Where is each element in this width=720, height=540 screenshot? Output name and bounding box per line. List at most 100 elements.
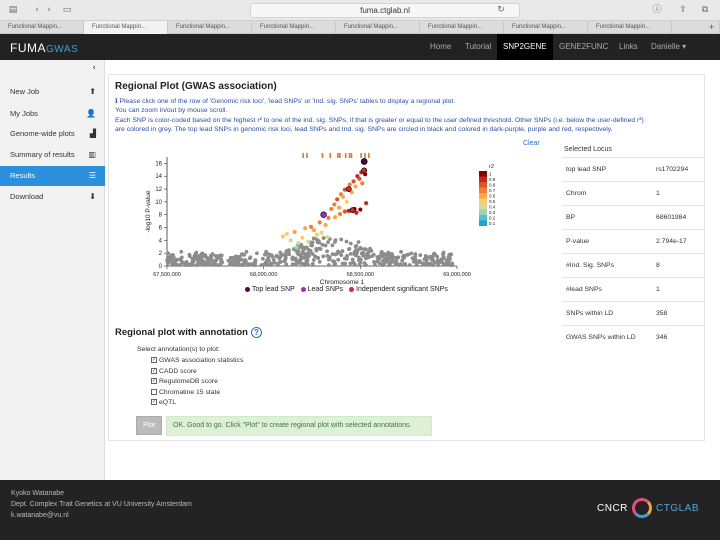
- snp-point: [290, 262, 295, 267]
- sidebar-toggle-icon[interactable]: ▤: [6, 4, 20, 17]
- annotation-option[interactable]: ✓ CADD score: [151, 368, 197, 375]
- r2-legend-label: 0.5: [489, 199, 496, 204]
- snp-point: [350, 257, 355, 262]
- nav-link-links[interactable]: Links: [613, 34, 644, 60]
- nav-link-gene2func[interactable]: GENE2FUNC: [553, 34, 614, 60]
- r2-color-swatch: [479, 171, 487, 177]
- locus-key: #lead SNPs: [562, 277, 652, 302]
- snp-point: [442, 256, 446, 261]
- browser-tab[interactable]: Functional Mappin...: [588, 21, 672, 34]
- address-bar[interactable]: fuma.ctglab.nl: [250, 3, 520, 18]
- snp-point: [340, 261, 345, 266]
- reader-icon[interactable]: ▭: [60, 4, 74, 17]
- snp-point: [200, 252, 205, 257]
- collapse-sidebar-icon[interactable]: ‹: [92, 63, 96, 73]
- browser-tab[interactable]: Functional Mappin...: [504, 21, 588, 34]
- snp-point: [340, 249, 345, 253]
- y-tick-label: 2: [159, 251, 163, 257]
- checkbox-checked-icon[interactable]: ✓: [151, 378, 157, 385]
- snp-point: [354, 243, 359, 248]
- regional-plot-svg[interactable]: 0 2 4 6 8 10 12 14 16 67,500,000 68,000,000 68,500,…: [139, 151, 544, 301]
- ld-snp-point: [323, 222, 328, 228]
- sidebar-item-genome-wide-plots[interactable]: Genome-wide plots ▟: [0, 124, 105, 144]
- snp-point: [348, 251, 353, 256]
- reload-icon[interactable]: ↻: [494, 4, 508, 17]
- user-icon: 👤: [86, 109, 96, 118]
- annotation-option[interactable]: Chromatine 15 state: [151, 389, 220, 396]
- snp-point: [316, 256, 321, 261]
- browser-tab[interactable]: Functional Mappin...: [252, 21, 336, 34]
- nav-link-tutorial[interactable]: Tutorial: [459, 34, 497, 60]
- snp-point: [371, 252, 376, 257]
- footer-email[interactable]: k.watanabe@vu.nl: [11, 512, 69, 519]
- y-axis-label: -log10 P-value: [145, 190, 152, 232]
- r2-legend-label: 0.8: [489, 183, 496, 188]
- checkbox-checked-icon[interactable]: ✓: [151, 357, 157, 364]
- snp-point: [321, 254, 326, 259]
- snp-point: [394, 259, 399, 264]
- nav-link-home[interactable]: Home: [424, 34, 457, 60]
- regional-plot-chart[interactable]: 0 2 4 6 8 10 12 14 16 67,500,000 68,000,000 68,500,…: [139, 151, 544, 301]
- tabs-overview-icon[interactable]: ⧉: [698, 4, 712, 17]
- gene-tick: [348, 153, 351, 158]
- nav-link-danielle[interactable]: Danielle ▾: [645, 34, 692, 60]
- sidebar-item-new-job[interactable]: New Job ⬆: [0, 82, 105, 102]
- snp-point: [430, 258, 435, 263]
- ld-snp-point: [292, 229, 297, 235]
- snp-point: [321, 236, 326, 240]
- snp-point: [301, 262, 306, 266]
- info-icon[interactable]: ⓘ: [650, 4, 664, 17]
- share-icon[interactable]: ⇪: [676, 4, 690, 17]
- ld-snp-point: [329, 206, 334, 212]
- browser-tab[interactable]: Functional Mappin...: [336, 21, 420, 34]
- help-icon[interactable]: ?: [251, 327, 262, 338]
- fuma-logo[interactable]: FUMAGWAS: [10, 41, 78, 55]
- ld-snp-point: [342, 209, 347, 214]
- snp-point: [323, 243, 328, 248]
- snp-point: [310, 243, 315, 248]
- checkbox-unchecked-icon[interactable]: [151, 388, 157, 395]
- checkbox-checked-icon[interactable]: ✓: [151, 399, 157, 406]
- ld-snp-point: [326, 215, 331, 221]
- snp-point: [413, 252, 418, 256]
- forward-icon[interactable]: ›: [42, 4, 56, 17]
- snp-point: [348, 241, 353, 246]
- browser-tab[interactable]: Functional Mappin...: [84, 21, 168, 34]
- sidebar-item-download[interactable]: Download ⬇: [0, 187, 105, 207]
- selected-locus-table: top lead SNP rs1702294 Chrom 1 BP 68601984 P-v…: [562, 157, 704, 350]
- locus-key: top lead SNP: [562, 157, 652, 182]
- snp-point: [265, 258, 269, 263]
- y-tick-label: 12: [155, 187, 162, 193]
- r2-legend-label: 0.3: [489, 210, 496, 215]
- sidebar-item-summary-of-results[interactable]: Summary of results ▥: [0, 145, 105, 165]
- sidebar-item-results[interactable]: Results ☰: [0, 166, 105, 186]
- download-icon: ⬇: [89, 192, 96, 201]
- snp-point: [433, 252, 438, 257]
- snp-point: [344, 239, 349, 244]
- annotation-option[interactable]: ✓ eQTL: [151, 399, 176, 406]
- r2-color-swatch: [479, 215, 487, 221]
- new-tab-icon[interactable]: +: [705, 21, 720, 34]
- results-panel: Regional Plot (GWAS association) ℹ Pleas…: [108, 74, 705, 441]
- nav-link-snp2gene[interactable]: SNP2GENE: [497, 34, 553, 60]
- y-tick-label: 6: [159, 226, 163, 232]
- locus-key: #Ind. Sig. SNPs: [562, 253, 652, 278]
- sidebar-item-my-jobs[interactable]: My Jobs 👤: [0, 104, 105, 124]
- clear-link[interactable]: Clear: [523, 140, 540, 147]
- ld-snp-point: [325, 235, 330, 240]
- plot-button[interactable]: Plot: [136, 416, 162, 435]
- annotation-option[interactable]: ✓ RegulomeDB score: [151, 378, 218, 385]
- browser-tab-strip: Functional Mappin... Functional Mappin...…: [0, 21, 720, 34]
- gene-tick: [360, 153, 362, 158]
- browser-tab[interactable]: Functional Mappin...: [168, 21, 252, 34]
- r2-color-swatch: [479, 176, 487, 182]
- locus-key: SNPs within LD: [562, 301, 652, 326]
- legend-lead: Lead SNPs: [307, 286, 344, 293]
- browser-tab[interactable]: Functional Mappin...: [0, 21, 84, 34]
- checkbox-checked-icon[interactable]: ✓: [151, 367, 157, 374]
- snp-point: [390, 253, 395, 258]
- annotation-option[interactable]: ✓ GWAS association statistics: [151, 357, 243, 364]
- browser-tab[interactable]: Functional Mappin...: [420, 21, 504, 34]
- bar-chart-icon: ▥: [88, 150, 96, 159]
- table-row: #Ind. Sig. SNPs 8: [562, 253, 704, 278]
